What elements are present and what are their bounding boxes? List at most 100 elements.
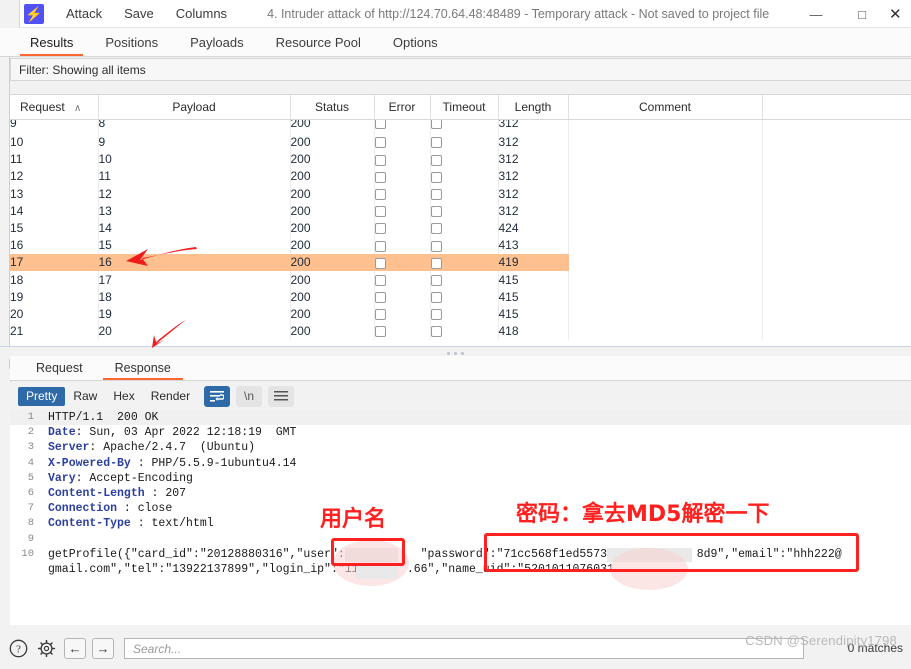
redaction-login-ip-blur — [356, 566, 398, 579]
tab-results[interactable]: Results — [14, 28, 89, 56]
tab-resource-pool[interactable]: Resource Pool — [260, 28, 377, 56]
filter-bar[interactable]: Filter: Showing all items — [10, 58, 911, 81]
timeout-checkbox[interactable] — [430, 154, 442, 166]
error-checkbox[interactable] — [374, 223, 386, 235]
error-checkbox[interactable] — [374, 326, 386, 338]
view-mode-render[interactable]: Render — [143, 387, 198, 406]
column-header-comment[interactable]: Comment — [568, 95, 763, 120]
cell-timeout — [430, 202, 499, 220]
cell-status: 200 — [290, 119, 375, 134]
response-line: 5 Vary: Accept-Encoding — [10, 471, 911, 486]
cell-timeout — [430, 167, 499, 186]
view-mode-raw[interactable]: Raw — [65, 387, 105, 406]
hamburger-icon[interactable] — [268, 385, 295, 407]
tab-positions[interactable]: Positions — [89, 28, 174, 56]
cell-request: 19 — [10, 288, 99, 306]
menu-save[interactable]: Save — [124, 6, 154, 21]
cell-status: 200 — [290, 322, 375, 340]
close-button[interactable]: ✕ — [885, 0, 911, 28]
column-header-status[interactable]: Status — [290, 95, 375, 120]
table-row[interactable]: 18 17 200 415 — [10, 271, 911, 289]
tab-options[interactable]: Options — [377, 28, 454, 56]
cell-spacer — [762, 253, 911, 271]
error-checkbox[interactable] — [374, 119, 386, 129]
search-back-button[interactable]: ← — [64, 638, 86, 659]
error-checkbox[interactable] — [374, 257, 386, 269]
error-checkbox[interactable] — [374, 188, 386, 200]
column-header-payload[interactable]: Payload — [98, 95, 291, 120]
question-circle-icon[interactable]: ? — [6, 637, 30, 661]
left-rail — [0, 57, 10, 369]
cell-comment — [568, 305, 763, 323]
cell-payload: 18 — [98, 288, 291, 306]
cell-request: 17 — [10, 253, 99, 271]
table-row[interactable]: 14 13 200 312 — [10, 202, 911, 220]
timeout-checkbox[interactable] — [430, 240, 442, 252]
search-input[interactable]: Search... — [124, 638, 804, 659]
cell-error — [374, 288, 431, 306]
word-wrap-icon[interactable] — [204, 385, 231, 407]
cell-spacer — [762, 133, 911, 151]
timeout-checkbox[interactable] — [430, 223, 442, 235]
table-row[interactable]: 12 11 200 312 — [10, 167, 911, 186]
view-mode-pretty[interactable]: Pretty — [18, 386, 66, 406]
timeout-checkbox[interactable] — [430, 257, 442, 269]
error-checkbox[interactable] — [374, 154, 386, 166]
error-checkbox[interactable] — [374, 240, 386, 252]
cell-payload: 13 — [98, 202, 291, 220]
table-row[interactable]: 11 10 200 312 — [10, 150, 911, 168]
cell-length: 415 — [498, 305, 569, 323]
error-checkbox[interactable] — [374, 206, 386, 218]
timeout-checkbox[interactable] — [430, 274, 442, 286]
minimize-button[interactable]: — — [793, 0, 839, 28]
timeout-checkbox[interactable] — [430, 171, 442, 183]
cell-status: 200 — [290, 150, 375, 168]
error-checkbox[interactable] — [374, 137, 386, 149]
cell-spacer — [762, 119, 911, 134]
error-checkbox[interactable] — [374, 309, 386, 321]
tab-request[interactable]: Request — [20, 356, 99, 380]
column-header-request-label: Request — [20, 99, 65, 114]
tab-payloads[interactable]: Payloads — [174, 28, 259, 56]
cell-request: 11 — [10, 150, 99, 168]
table-row[interactable]: 10 9 200 312 — [10, 133, 911, 151]
error-checkbox[interactable] — [374, 274, 386, 286]
timeout-checkbox[interactable] — [430, 326, 442, 338]
results-table-container[interactable]: Request ∧ Payload Status Error Timeout L… — [10, 94, 911, 346]
timeout-checkbox[interactable] — [430, 119, 442, 129]
menu-attack[interactable]: Attack — [66, 6, 102, 21]
view-mode-hex[interactable]: Hex — [105, 387, 142, 406]
timeout-checkbox[interactable] — [430, 309, 442, 321]
response-viewer[interactable]: 1 HTTP/1.1 200 OK 2 Date: Sun, 03 Apr 2022 … — [10, 410, 911, 625]
column-header-length[interactable]: Length — [498, 95, 569, 120]
tab-response[interactable]: Response — [99, 356, 187, 380]
cell-status: 200 — [290, 202, 375, 220]
cell-status: 200 — [290, 167, 375, 186]
column-header-error[interactable]: Error — [374, 95, 431, 120]
cell-error — [374, 150, 431, 168]
timeout-checkbox[interactable] — [430, 188, 442, 200]
column-header-timeout[interactable]: Timeout — [430, 95, 499, 120]
timeout-checkbox[interactable] — [430, 206, 442, 218]
error-checkbox[interactable] — [374, 292, 386, 304]
menu-columns[interactable]: Columns — [176, 6, 227, 21]
cell-comment — [568, 288, 763, 306]
table-row[interactable]: 15 14 200 424 — [10, 219, 911, 237]
gear-icon[interactable] — [34, 637, 58, 661]
line-number: 4 — [27, 456, 34, 469]
table-row[interactable]: 13 12 200 312 — [10, 185, 911, 203]
cell-spacer — [762, 322, 911, 340]
search-forward-button[interactable]: → — [92, 638, 114, 659]
show-newlines-icon[interactable]: \n — [236, 385, 263, 407]
table-row[interactable]: 19 18 200 415 — [10, 288, 911, 306]
cell-payload: 8 — [98, 119, 291, 134]
column-header-request[interactable]: Request ∧ — [10, 95, 99, 120]
maximize-button[interactable]: □ — [839, 0, 885, 28]
cell-spacer — [762, 271, 911, 289]
table-row[interactable]: 9 8 200 312 — [10, 119, 911, 134]
error-checkbox[interactable] — [374, 171, 386, 183]
timeout-checkbox[interactable] — [430, 137, 442, 149]
line-number: 8 — [27, 517, 34, 530]
cell-payload: 20 — [98, 322, 291, 340]
timeout-checkbox[interactable] — [430, 292, 442, 304]
